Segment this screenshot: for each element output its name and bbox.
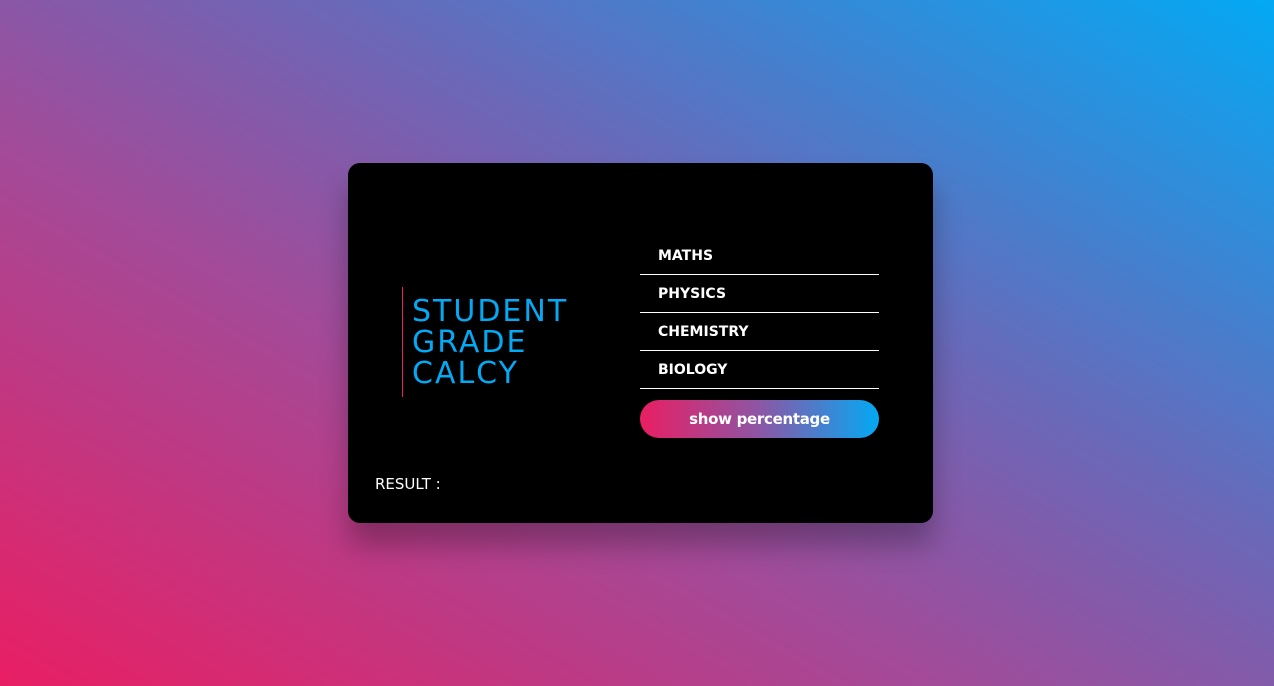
chemistry-input[interactable]: [640, 313, 879, 351]
physics-input[interactable]: [640, 275, 879, 313]
show-percentage-button[interactable]: show percentage: [640, 400, 879, 438]
title-line-grade: GRADE: [412, 324, 528, 360]
subject-inputs: [640, 237, 879, 389]
app-title: STUDENT GRADE CALCY: [402, 287, 568, 397]
title-line-student: STUDENT: [412, 293, 569, 329]
result-area: RESULT :: [375, 475, 445, 493]
biology-input[interactable]: [640, 351, 879, 389]
grade-calculator-card: STUDENT GRADE CALCY show percentage RESU…: [348, 163, 933, 523]
result-label: RESULT :: [375, 475, 441, 493]
title-line-calcy: CALCY: [412, 355, 519, 391]
maths-input[interactable]: [640, 237, 879, 275]
